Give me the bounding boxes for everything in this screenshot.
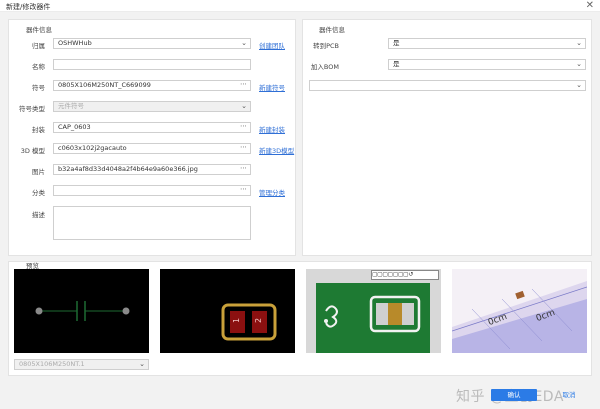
more-icon[interactable]: ⋯ (240, 186, 247, 194)
add-bom-select[interactable]: 是 ⌄ (388, 59, 586, 70)
photo-graphic (452, 281, 587, 353)
chevron-down-icon: ⌄ (576, 81, 582, 89)
model3d-label: 3D 模型 (20, 147, 45, 155)
to-pcb-value: 是 (393, 39, 400, 47)
category-field[interactable]: ⋯ (53, 185, 251, 196)
footprint-preview[interactable]: 1 2 (160, 269, 295, 353)
close-icon[interactable]: ✕ (586, 0, 594, 11)
symbol-type-value: 元件符号 (58, 102, 84, 110)
owner-value: OSHWHub (58, 39, 92, 47)
cancel-button[interactable]: 取消 (546, 389, 592, 401)
manage-category-link[interactable]: 管理分类 (259, 187, 285, 197)
image-label: 图片 (32, 168, 45, 176)
symbol-variant-value: 0805X106M250NT.1 (19, 360, 85, 368)
model3d-field[interactable]: c0603x102j2gacauto ⋯ (53, 143, 251, 154)
more-icon[interactable]: ⋯ (240, 144, 247, 152)
footprint-field[interactable]: CAP_0603 ⋯ (53, 122, 251, 133)
component-photo-preview[interactable]: 0cm 0cm (452, 269, 587, 353)
symbol-field[interactable]: 0805X106M250NT_C669099 ⋯ (53, 80, 251, 91)
symbol-type-label: 符号类型 (19, 105, 45, 113)
add-bom-label: 加入BOM (310, 63, 339, 71)
chevron-down-icon: ⌄ (241, 39, 247, 47)
image-field[interactable]: b32a4af8d33d4048a2f4b64e9a60e366.jpg ⋯ (53, 164, 251, 175)
reset-view-icon[interactable]: ↺ (408, 271, 413, 278)
left-section-title: 器件信息 (26, 26, 52, 34)
more-icon[interactable]: ⋯ (240, 123, 247, 131)
new-symbol-link[interactable]: 新建符号 (259, 82, 285, 92)
right-info-panel: 器件信息 转到PCB 是 ⌄ 加入BOM 是 ⌄ ⌄ (302, 19, 592, 256)
footprint-label: 封装 (32, 126, 45, 134)
3d-board-graphic (316, 283, 430, 353)
to-pcb-select[interactable]: 是 ⌄ (388, 38, 586, 49)
symbol-variant-select[interactable]: 0805X106M250NT.1 ⌄ (14, 359, 149, 370)
symbol-type-select: 元件符号 ⌄ (53, 101, 251, 112)
symbol-value: 0805X106M250NT_C669099 (58, 81, 151, 89)
category-label: 分类 (32, 189, 45, 197)
confirm-button[interactable]: 确认 (491, 389, 537, 401)
model3d-value: c0603x102j2gacauto (58, 144, 127, 152)
symbol-preview[interactable] (14, 269, 149, 353)
extra-attribute-select[interactable]: ⌄ (309, 80, 586, 91)
symbol-label: 符号 (32, 84, 45, 92)
description-label: 描述 (32, 211, 45, 219)
right-section-title: 器件信息 (319, 26, 345, 34)
chevron-down-icon: ⌄ (576, 39, 582, 47)
owner-label: 归属 (32, 42, 45, 50)
left-info-panel: 器件信息 归属 OSHWHub ⌄ 创建团队 名称 符号 0805X106M25… (8, 19, 296, 256)
more-icon[interactable]: ⋯ (240, 81, 247, 89)
chevron-down-icon: ⌄ (241, 102, 247, 110)
dialog-content: 器件信息 归属 OSHWHub ⌄ 创建团队 名称 符号 0805X106M25… (0, 12, 600, 409)
chevron-down-icon: ⌄ (139, 360, 145, 368)
pad-2-label: 2 (254, 317, 264, 324)
preview-panel: 预览 0805X106M250NT.1 ⌄ 1 2 ▢▢▢▢▢▢▢↺ 0cm 0… (8, 261, 592, 376)
description-textarea[interactable] (53, 206, 251, 240)
footprint-graphic (221, 303, 277, 341)
name-label: 名称 (32, 63, 45, 71)
chevron-down-icon: ⌄ (576, 60, 582, 68)
create-team-link[interactable]: 创建团队 (259, 40, 285, 50)
owner-select[interactable]: OSHWHub ⌄ (53, 38, 251, 49)
more-icon[interactable]: ⋯ (240, 165, 247, 173)
capacitor-symbol-graphic (35, 301, 130, 321)
to-pcb-label: 转到PCB (313, 42, 339, 50)
pad-1-label: 1 (232, 317, 242, 324)
footprint-value: CAP_0603 (58, 123, 91, 131)
3d-toolbar: ▢▢▢▢▢▢▢↺ (371, 270, 439, 280)
3d-model-preview[interactable]: ▢▢▢▢▢▢▢↺ (306, 269, 441, 353)
image-value: b32a4af8d33d4048a2f4b64e9a60e366.jpg (58, 165, 198, 173)
name-input[interactable] (53, 59, 251, 70)
window-title: 新建/修改器件 (6, 3, 51, 11)
add-bom-value: 是 (393, 60, 400, 68)
new-footprint-link[interactable]: 新建封装 (259, 124, 285, 134)
title-bar: 新建/修改器件 ✕ (0, 0, 600, 12)
new-3d-model-link[interactable]: 新建3D模型 (259, 145, 294, 155)
